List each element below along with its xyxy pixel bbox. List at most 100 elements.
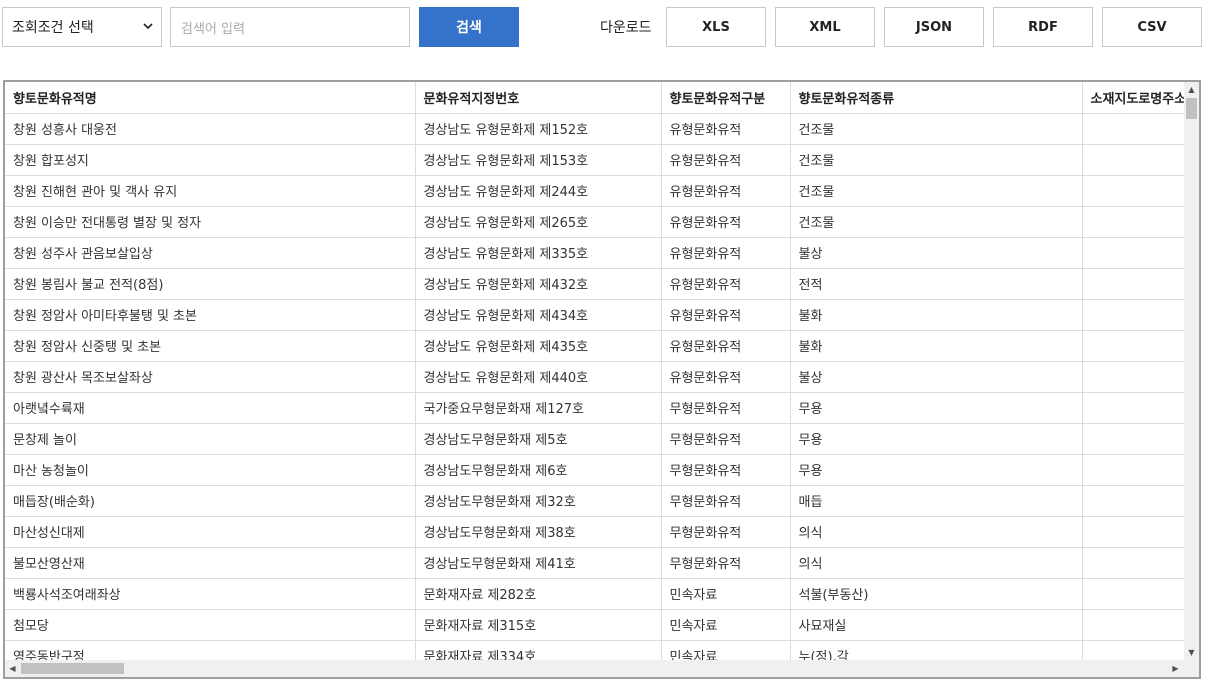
cell-category: 무형문화유적 bbox=[661, 454, 791, 486]
table-row[interactable]: 창원 성흥사 대웅전 경상남도 유형문화제 제152호 유형문화유적 건조물 bbox=[5, 113, 1199, 145]
cell-category: 유형문화유적 bbox=[661, 113, 791, 145]
data-grid: 향토문화유적명 문화유적지정번호 향토문화유적구분 향토문화유적종류 소재지도로… bbox=[3, 80, 1201, 679]
cell-category: 유형문화유적 bbox=[661, 144, 791, 176]
cell-category: 무형문화유적 bbox=[661, 547, 791, 579]
table-row[interactable]: 첨모당 문화재자료 제315호 민속자료 사묘재실 bbox=[5, 609, 1199, 641]
cell-category: 유형문화유적 bbox=[661, 299, 791, 331]
cell-type: 사묘재실 bbox=[790, 609, 1083, 641]
cell-designation-no: 경상남도 유형문화제 제434호 bbox=[415, 299, 662, 331]
cell-type: 무용 bbox=[790, 423, 1083, 455]
column-header-type[interactable]: 향토문화유적종류 bbox=[790, 82, 1083, 114]
cell-category: 유형문화유적 bbox=[661, 206, 791, 238]
scroll-right-arrow-icon[interactable]: ▶ bbox=[1171, 664, 1180, 673]
cell-designation-no: 문화재자료 제282호 bbox=[415, 578, 662, 610]
table-row[interactable]: 백룡사석조여래좌상 문화재자료 제282호 민속자료 석불(부동산) bbox=[5, 578, 1199, 610]
cell-type: 무용 bbox=[790, 392, 1083, 424]
table-row[interactable]: 불모산영산재 경상남도무형문화재 제41호 무형문화유적 의식 bbox=[5, 547, 1199, 579]
chevron-down-icon bbox=[143, 23, 153, 30]
cell-category: 유형문화유적 bbox=[661, 330, 791, 362]
cell-type: 불화 bbox=[790, 299, 1083, 331]
table-header-row: 향토문화유적명 문화유적지정번호 향토문화유적구분 향토문화유적종류 소재지도로… bbox=[5, 82, 1199, 114]
cell-name: 마산성신대제 bbox=[5, 516, 416, 548]
column-header-name[interactable]: 향토문화유적명 bbox=[5, 82, 416, 114]
cell-category: 무형문화유적 bbox=[661, 392, 791, 424]
cell-designation-no: 경상남도 유형문화제 제244호 bbox=[415, 175, 662, 207]
cell-designation-no: 경상남도무형문화재 제32호 bbox=[415, 485, 662, 517]
table-row[interactable]: 문창제 놀이 경상남도무형문화재 제5호 무형문화유적 무용 bbox=[5, 423, 1199, 455]
table-row[interactable]: 창원 정암사 아미타후불탱 및 초본 경상남도 유형문화제 제434호 유형문화유적… bbox=[5, 299, 1199, 331]
table-row[interactable]: 창원 이승만 전대통령 별장 및 정자 경상남도 유형문화제 제265호 유형문화유… bbox=[5, 206, 1199, 238]
search-input-placeholder: 검색어 입력 bbox=[181, 21, 245, 37]
cell-name: 불모산영산재 bbox=[5, 547, 416, 579]
cell-designation-no: 경상남도 유형문화제 제435호 bbox=[415, 330, 662, 362]
download-xml-button[interactable]: XML bbox=[775, 7, 875, 47]
cell-designation-no: 경상남도무형문화재 제6호 bbox=[415, 454, 662, 486]
cell-name: 백룡사석조여래좌상 bbox=[5, 578, 416, 610]
cell-designation-no: 경상남도 유형문화제 제335호 bbox=[415, 237, 662, 269]
cell-designation-no: 경상남도 유형문화제 제152호 bbox=[415, 113, 662, 145]
cell-name: 창원 성주사 관음보살입상 bbox=[5, 237, 416, 269]
cell-name: 매듭장(배순화) bbox=[5, 485, 416, 517]
vertical-scroll-thumb[interactable] bbox=[1186, 98, 1197, 119]
cell-designation-no: 국가중요무형문화재 제127호 bbox=[415, 392, 662, 424]
table-row[interactable]: 마산성신대제 경상남도무형문화재 제38호 무형문화유적 의식 bbox=[5, 516, 1199, 548]
column-header-category[interactable]: 향토문화유적구분 bbox=[661, 82, 791, 114]
table-row[interactable]: 매듭장(배순화) 경상남도무형문화재 제32호 무형문화유적 매듭 bbox=[5, 485, 1199, 517]
download-json-button[interactable]: JSON bbox=[884, 7, 984, 47]
cell-type: 건조물 bbox=[790, 113, 1083, 145]
cell-name: 창원 이승만 전대통령 별장 및 정자 bbox=[5, 206, 416, 238]
cell-designation-no: 문화재자료 제315호 bbox=[415, 609, 662, 641]
scroll-up-arrow-icon[interactable]: ▲ bbox=[1187, 85, 1196, 94]
cell-name: 창원 광산사 목조보살좌상 bbox=[5, 361, 416, 393]
cell-category: 유형문화유적 bbox=[661, 237, 791, 269]
horizontal-scrollbar[interactable]: ◀ ▶ bbox=[5, 660, 1184, 677]
cell-name: 문창제 놀이 bbox=[5, 423, 416, 455]
search-input[interactable]: 검색어 입력 bbox=[170, 7, 410, 47]
cell-category: 민속자료 bbox=[661, 578, 791, 610]
cell-type: 불상 bbox=[790, 237, 1083, 269]
scroll-left-arrow-icon[interactable]: ◀ bbox=[8, 664, 17, 673]
cell-category: 민속자료 bbox=[661, 609, 791, 641]
scrollbar-corner bbox=[1184, 660, 1199, 677]
cell-type: 의식 bbox=[790, 516, 1083, 548]
table-row[interactable]: 창원 성주사 관음보살입상 경상남도 유형문화제 제335호 유형문화유적 불상 bbox=[5, 237, 1199, 269]
cell-name: 마산 농청놀이 bbox=[5, 454, 416, 486]
query-condition-select[interactable]: 조회조건 선택 bbox=[2, 7, 162, 47]
table-row[interactable]: 마산 농청놀이 경상남도무형문화재 제6호 무형문화유적 무용 bbox=[5, 454, 1199, 486]
query-condition-select-value: 조회조건 선택 bbox=[12, 20, 94, 36]
vertical-scrollbar[interactable]: ▲ ▼ bbox=[1184, 82, 1199, 662]
table-row[interactable]: 창원 합포성지 경상남도 유형문화제 제153호 유형문화유적 건조물 bbox=[5, 144, 1199, 176]
cell-designation-no: 경상남도 유형문화제 제432호 bbox=[415, 268, 662, 300]
table-row[interactable]: 창원 봉림사 불교 전적(8점) 경상남도 유형문화제 제432호 유형문화유적 전적 bbox=[5, 268, 1199, 300]
search-button[interactable]: 검색 bbox=[419, 7, 519, 47]
table-row[interactable]: 창원 정암사 신중탱 및 초본 경상남도 유형문화제 제435호 유형문화유적 불화 bbox=[5, 330, 1199, 362]
cell-designation-no: 경상남도 유형문화제 제440호 bbox=[415, 361, 662, 393]
table-row[interactable]: 창원 진해현 관아 및 객사 유지 경상남도 유형문화제 제244호 유형문화유적 건… bbox=[5, 175, 1199, 207]
cell-category: 유형문화유적 bbox=[661, 361, 791, 393]
cell-type: 건조물 bbox=[790, 206, 1083, 238]
table-row[interactable]: 창원 광산사 목조보살좌상 경상남도 유형문화제 제440호 유형문화유적 불상 bbox=[5, 361, 1199, 393]
cell-type: 의식 bbox=[790, 547, 1083, 579]
download-label: 다운로드 bbox=[600, 20, 652, 36]
cell-designation-no: 경상남도 유형문화제 제153호 bbox=[415, 144, 662, 176]
cell-name: 창원 정암사 아미타후불탱 및 초본 bbox=[5, 299, 416, 331]
download-xls-button[interactable]: XLS bbox=[666, 7, 766, 47]
cell-name: 창원 성흥사 대웅전 bbox=[5, 113, 416, 145]
scroll-down-arrow-icon[interactable]: ▼ bbox=[1187, 648, 1196, 657]
cell-category: 유형문화유적 bbox=[661, 175, 791, 207]
cell-name: 창원 합포성지 bbox=[5, 144, 416, 176]
cell-type: 매듭 bbox=[790, 485, 1083, 517]
download-rdf-button[interactable]: RDF bbox=[993, 7, 1093, 47]
data-table: 향토문화유적명 문화유적지정번호 향토문화유적구분 향토문화유적종류 소재지도로… bbox=[5, 82, 1199, 672]
cell-type: 불화 bbox=[790, 330, 1083, 362]
cell-name: 창원 진해현 관아 및 객사 유지 bbox=[5, 175, 416, 207]
cell-type: 불상 bbox=[790, 361, 1083, 393]
table-row[interactable]: 아랫녘수륙재 국가중요무형문화재 제127호 무형문화유적 무용 bbox=[5, 392, 1199, 424]
cell-designation-no: 경상남도 유형문화제 제265호 bbox=[415, 206, 662, 238]
cell-type: 건조물 bbox=[790, 175, 1083, 207]
horizontal-scroll-thumb[interactable] bbox=[21, 663, 124, 674]
column-header-designation-no[interactable]: 문화유적지정번호 bbox=[415, 82, 662, 114]
cell-name: 첨모당 bbox=[5, 609, 416, 641]
download-csv-button[interactable]: CSV bbox=[1102, 7, 1202, 47]
cell-category: 유형문화유적 bbox=[661, 268, 791, 300]
